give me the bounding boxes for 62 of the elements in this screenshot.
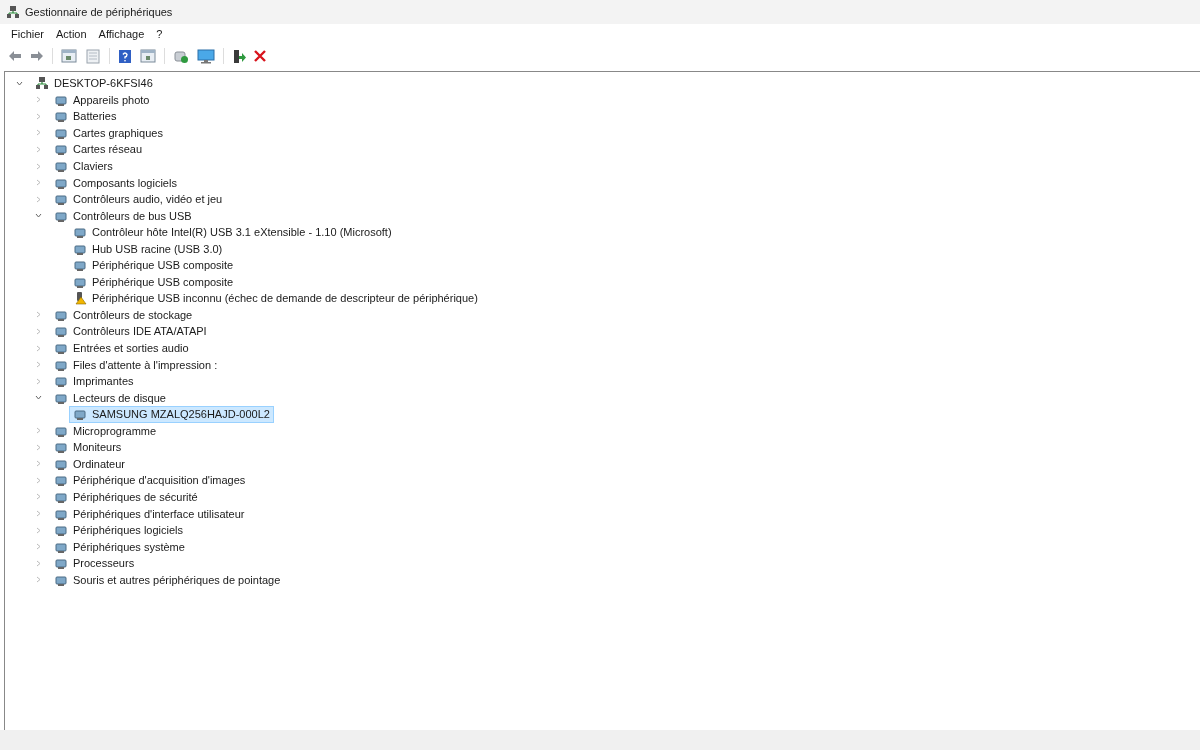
tree-item[interactable]: DESKTOP-6KFSI46	[31, 74, 157, 92]
window-icon[interactable]	[61, 49, 77, 63]
tree-item[interactable]: Périphériques système	[50, 538, 189, 556]
tree-item[interactable]: Imprimantes	[50, 372, 138, 390]
tree-item[interactable]: Cartes graphiques	[50, 124, 167, 142]
tree-item[interactable]: Contrôleurs de bus USB	[50, 207, 196, 225]
tree-item[interactable]: Souris et autres périphériques de pointage	[50, 571, 285, 589]
window-icon[interactable]	[140, 49, 156, 63]
menu-item[interactable]: Action	[51, 27, 92, 41]
tree-item[interactable]: Contrôleurs IDE ATA/ATAPI	[50, 323, 211, 340]
window-title: Gestionnaire de périphériques	[25, 6, 173, 18]
network-computer-icon	[35, 76, 49, 91]
menu-item[interactable]: Fichier	[6, 27, 49, 41]
device-icon	[54, 159, 68, 173]
tree-item[interactable]: Contrôleur hôte Intel(R) USB 3.1 eXtensible - 1.10 (Microsoft)	[69, 223, 396, 241]
tree-item[interactable]: Périphérique d'acquisition d'images	[50, 471, 250, 489]
device-icon	[54, 109, 68, 124]
remove-icon[interactable]	[254, 50, 266, 62]
tree-item[interactable]: Appareils photo	[50, 91, 154, 109]
tree-item[interactable]: Périphériques d'interface utilisateur	[50, 505, 249, 522]
tree-item[interactable]: Périphériques logiciels	[50, 521, 188, 539]
tree-item[interactable]: Moniteurs	[50, 438, 126, 456]
tree-item[interactable]: Périphérique USB composite	[69, 256, 238, 274]
tree-item[interactable]: Processeurs	[50, 554, 139, 572]
help-icon[interactable]	[118, 48, 132, 64]
tree-item[interactable]: SAMSUNG MZALQ256HAJD-000L2	[69, 405, 274, 423]
tree-item[interactable]: Contrôleurs audio, vidéo et jeu	[50, 190, 227, 208]
back-arrow-icon[interactable]	[8, 50, 22, 62]
tree-item[interactable]: Microprogramme	[50, 422, 161, 440]
network-computer-icon	[6, 5, 20, 19]
enable-device-icon[interactable]	[232, 48, 246, 64]
document-icon[interactable]	[85, 48, 101, 64]
device-icon	[54, 556, 68, 571]
chevron-icon[interactable]	[34, 394, 42, 402]
device-icon	[54, 440, 68, 455]
forward-arrow-icon[interactable]	[30, 50, 44, 62]
device-icon	[54, 142, 68, 157]
device-icon	[54, 473, 68, 488]
tree-item[interactable]: Périphériques de sécurité	[50, 488, 202, 506]
tree-item[interactable]: Cartes réseau	[50, 140, 147, 158]
device-icon	[54, 341, 68, 356]
tree-item[interactable]: Périphérique USB inconnu (échec de demande de descripteur de périphérique)	[69, 289, 482, 307]
menu-item[interactable]: Affichage	[93, 27, 150, 41]
chevron-icon[interactable]	[34, 212, 42, 220]
tree-item[interactable]: Claviers	[50, 157, 117, 175]
tree-item[interactable]: Hub USB racine (USB 3.0)	[69, 240, 227, 258]
tree-item[interactable]: Entrées et sorties audio	[50, 339, 193, 357]
tree-item[interactable]: Périphérique USB composite	[69, 273, 238, 291]
monitor-icon[interactable]	[197, 48, 215, 64]
scan-hardware-icon[interactable]	[173, 48, 189, 64]
menu-item[interactable]: ?	[151, 27, 168, 41]
tree-item[interactable]: Composants logiciels	[50, 174, 181, 192]
device-icon	[54, 374, 68, 389]
tree-item[interactable]: Lecteurs de disque	[50, 389, 170, 407]
tree-item[interactable]: Batteries	[50, 107, 121, 125]
chevron-icon[interactable]	[15, 79, 23, 87]
tree-item[interactable]: Ordinateur	[50, 455, 129, 473]
device-icon	[54, 192, 68, 207]
tree-item[interactable]: Files d'attente à l'impression :	[50, 356, 222, 374]
tree-item[interactable]: Contrôleurs de stockage	[50, 306, 197, 324]
device-icon	[54, 523, 68, 538]
device-icon	[54, 324, 68, 339]
